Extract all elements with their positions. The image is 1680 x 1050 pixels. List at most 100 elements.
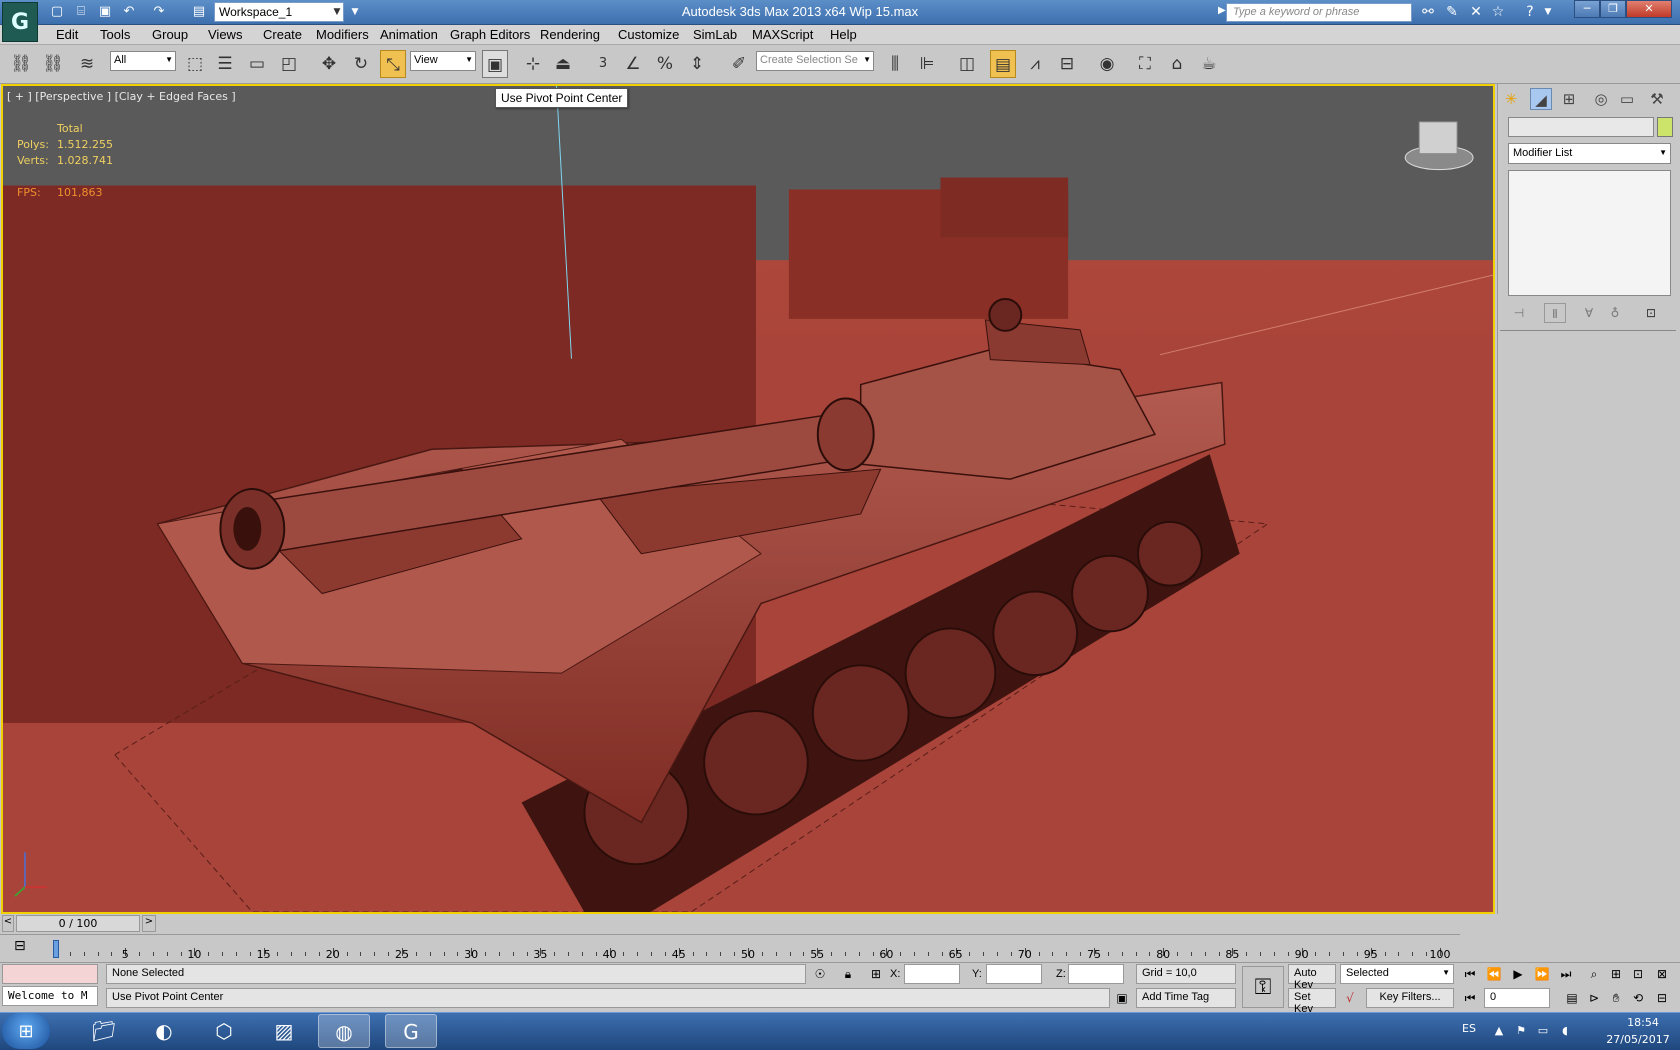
menu-help[interactable]: Help — [830, 26, 857, 44]
time-tag-icon[interactable]: ▣ — [1112, 988, 1132, 1008]
orbit-icon[interactable]: ⟲ — [1628, 988, 1648, 1008]
play-icon[interactable]: ▶ — [1508, 964, 1528, 984]
workspace-dropdown[interactable]: Workspace_1 — [214, 2, 344, 22]
maxscript-mini-listener-top[interactable] — [2, 964, 98, 984]
render-setup-icon[interactable]: ⛶ — [1132, 50, 1158, 78]
z-coordinate-field[interactable] — [1068, 964, 1124, 984]
x-coordinate-field[interactable] — [904, 964, 960, 984]
show-end-result-icon[interactable]: Ⅱ — [1544, 303, 1566, 323]
unlink-icon[interactable]: ⛓ — [40, 50, 66, 78]
selection-filter-dropdown[interactable]: All ▼ — [110, 51, 176, 71]
default-in-out-tangent-icon[interactable]: √ — [1340, 988, 1360, 1008]
project-folder-icon[interactable]: ▤ — [190, 3, 208, 21]
schematic-view-icon[interactable]: ⊟ — [1054, 50, 1080, 78]
redo-icon[interactable]: ↷ — [150, 3, 168, 21]
favorites-star-icon[interactable]: ☆ — [1488, 3, 1508, 22]
mirror-icon[interactable]: ⫼ — [882, 50, 908, 78]
network-icon[interactable]: ▭ — [1536, 1024, 1550, 1037]
scene-explorer-icon[interactable]: ▤ — [990, 50, 1016, 78]
viewport-label-menu[interactable]: [ + ] [Perspective ] [Clay + Edged Faces… — [7, 90, 236, 103]
menu-maxscript[interactable]: MAXScript — [752, 26, 813, 44]
zoom-all-icon[interactable]: ⊞ — [1606, 964, 1626, 984]
select-and-manipulate-icon[interactable]: ⊹ — [520, 50, 546, 78]
zoom-icon[interactable]: ⌕ — [1584, 964, 1604, 984]
menu-rendering[interactable]: Rendering — [540, 26, 600, 44]
windows-start-button[interactable]: ⊞ — [2, 1013, 50, 1049]
select-by-name-icon[interactable]: ☰ — [212, 50, 238, 78]
hierarchy-tab-icon[interactable]: ⊞ — [1558, 88, 1580, 110]
y-coordinate-field[interactable] — [986, 964, 1042, 984]
key-mode-dropdown[interactable]: Selected ▼ — [1340, 964, 1454, 984]
menu-animation[interactable]: Animation — [380, 26, 438, 44]
menu-customize[interactable]: Customize — [618, 26, 679, 44]
language-indicator[interactable]: ES — [1462, 1022, 1476, 1035]
rendered-frame-window-icon[interactable]: ⌂ — [1164, 50, 1190, 78]
rectangular-selection-icon[interactable]: ▭ — [244, 50, 270, 78]
key-filters-button[interactable]: Key Filters... — [1366, 988, 1454, 1008]
render-production-icon[interactable]: ☕ — [1196, 50, 1222, 78]
align-icon[interactable]: ⊫ — [914, 50, 940, 78]
current-frame-spinner[interactable]: 0 — [1484, 988, 1550, 1008]
modifier-list-dropdown[interactable]: Modifier List ▼ — [1508, 143, 1671, 164]
bind-space-warp-icon[interactable]: ≋ — [74, 50, 100, 78]
select-and-link-icon[interactable]: ⛓ — [8, 50, 34, 78]
file-explorer-icon[interactable]: 📁︎ — [78, 1014, 130, 1048]
time-configuration-icon[interactable]: ▤ — [1562, 988, 1582, 1008]
pan-hand-icon[interactable]: ✋︎ — [1606, 988, 1626, 1008]
customize-quick-access-icon[interactable]: ▼ — [346, 3, 364, 21]
keyboard-shortcut-override-icon[interactable]: ⏏ — [550, 50, 576, 78]
absolute-mode-icon[interactable]: ⊞ — [866, 964, 886, 984]
menu-tools[interactable]: Tools — [100, 26, 130, 44]
new-file-icon[interactable]: ▢ — [48, 3, 66, 21]
set-keys-key-icon[interactable]: ⚿ — [1242, 966, 1284, 1008]
add-time-tag-button[interactable]: Add Time Tag — [1136, 988, 1236, 1008]
time-slider[interactable]: 0 / 100 — [16, 915, 140, 932]
help-icon[interactable]: ? — [1520, 3, 1540, 22]
modify-tab-icon[interactable]: ◢ — [1530, 88, 1552, 110]
save-file-icon[interactable]: ▣ — [96, 3, 114, 21]
application-menu-button[interactable]: G — [2, 2, 38, 42]
menu-modifiers[interactable]: Modifiers — [316, 26, 369, 44]
maxscript-mini-listener[interactable]: Welcome to M — [2, 986, 98, 1006]
zoom-extents-all-icon[interactable]: ⊠ — [1652, 964, 1672, 984]
configure-modifier-sets-icon[interactable]: ⊡ — [1640, 303, 1662, 323]
select-and-scale-icon[interactable]: ⤡ — [380, 50, 406, 78]
layer-manager-icon[interactable]: ◫ — [954, 50, 980, 78]
motion-tab-icon[interactable]: ◎ — [1590, 88, 1612, 110]
reference-coordinate-dropdown[interactable]: View ▼ — [410, 51, 476, 71]
material-editor-icon[interactable]: ◉ — [1094, 50, 1120, 78]
pin-stack-icon[interactable]: ⊣ — [1508, 303, 1530, 323]
image-viewer-icon[interactable]: ▨ — [258, 1014, 310, 1048]
globe-app-icon[interactable]: ◍ — [318, 1014, 370, 1048]
object-name-field[interactable] — [1508, 117, 1654, 137]
3ds-max-taskbar-icon[interactable]: G — [385, 1014, 437, 1048]
search-input[interactable]: Type a keyword or phrase — [1226, 3, 1412, 22]
close-button[interactable]: ✕ — [1626, 0, 1672, 18]
select-and-move-icon[interactable]: ✥ — [316, 50, 342, 78]
current-frame-marker[interactable] — [53, 940, 59, 958]
use-pivot-point-center-icon[interactable]: ▣ — [482, 50, 508, 78]
previous-key-icon[interactable]: ⏪ — [1484, 964, 1504, 984]
firefox-icon[interactable]: ◐ — [138, 1014, 190, 1048]
open-file-icon[interactable]: ⌸ — [72, 3, 90, 21]
previous-frame-arrow-icon[interactable]: < — [2, 915, 14, 932]
menu-group[interactable]: Group — [152, 26, 188, 44]
menu-simlab[interactable]: SimLab — [693, 26, 737, 44]
make-unique-icon[interactable]: ∀ — [1578, 303, 1600, 323]
remove-modifier-icon[interactable]: ♁ — [1604, 303, 1626, 323]
utilities-tab-icon[interactable]: ⚒ — [1646, 88, 1668, 110]
percent-snap-icon[interactable]: % — [652, 50, 678, 78]
create-tab-icon[interactable]: ✳ — [1500, 88, 1522, 110]
auto-key-button[interactable]: Auto Key — [1288, 964, 1336, 991]
menu-views[interactable]: Views — [208, 26, 242, 44]
perspective-viewport[interactable]: [ + ] [Perspective ] [Clay + Edged Faces… — [1, 84, 1495, 914]
volume-icon[interactable]: ◖ — [1558, 1024, 1572, 1037]
isolate-selection-icon[interactable]: ☉ — [810, 964, 830, 984]
next-frame-arrow-icon[interactable]: > — [142, 915, 156, 932]
menu-graph-editors[interactable]: Graph Editors — [450, 26, 530, 44]
clock-date[interactable]: 27/05/2017 — [1596, 1033, 1680, 1046]
named-selection-sets-input[interactable]: Create Selection Se ▼ — [756, 51, 874, 71]
tools-icon[interactable]: ✕ — [1466, 3, 1486, 22]
window-crossing-icon[interactable]: ◰ — [276, 50, 302, 78]
clock-time[interactable]: 18:54 — [1608, 1016, 1678, 1029]
